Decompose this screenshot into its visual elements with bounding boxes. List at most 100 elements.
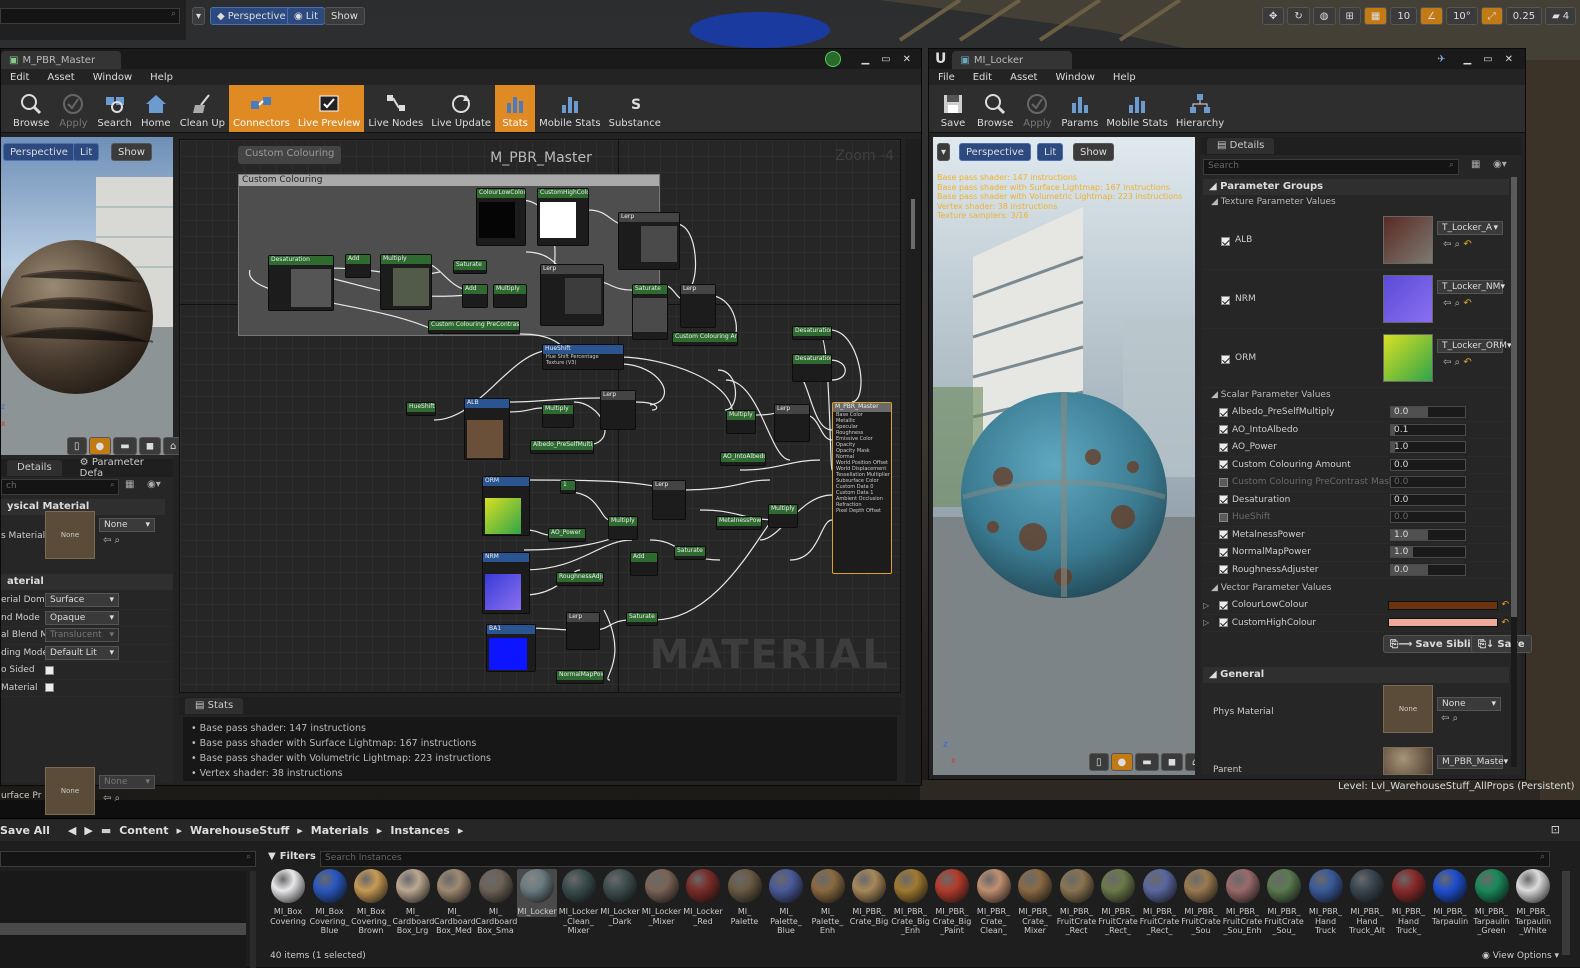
decal-blend-dropdown[interactable]: Translucent ▾ xyxy=(45,628,119,643)
texture-asset-dropdown[interactable]: T_Locker_A ▾ xyxy=(1437,221,1503,235)
parent-thumbnail[interactable] xyxy=(1383,747,1433,775)
graph-node-normalmap-power[interactable]: NormalMapPower xyxy=(556,670,604,684)
graph-node-add-3[interactable]: Add xyxy=(630,552,658,576)
plane-icon[interactable]: ▬ xyxy=(1135,753,1159,771)
details-search-input[interactable]: Search ⌕ xyxy=(1203,159,1459,175)
asset-tile[interactable]: MI_PBR_ Tarpaulin _Green xyxy=(1472,869,1512,936)
parameter-defaults-tab[interactable]: ⚙ Parameter Defa xyxy=(80,457,167,479)
graph-node-lerp-7[interactable]: Lerp xyxy=(566,612,600,650)
reset-arrow-icon[interactable]: ↶ xyxy=(1463,298,1471,309)
asset-tile[interactable]: MI_PBR_ Tarpaulin xyxy=(1430,869,1470,926)
scalar-value-field[interactable]: 0.0 xyxy=(1390,476,1466,489)
camera-speed-button[interactable]: ▰ 4 xyxy=(1545,7,1577,25)
clean-up-button[interactable]: Clean Up xyxy=(176,85,229,132)
color-swatch[interactable] xyxy=(1387,618,1499,628)
graph-node-hueshift-param[interactable]: HueShift xyxy=(406,402,436,416)
asset-tile[interactable]: MI_PBR_ Crate_ Mixer xyxy=(1015,869,1055,936)
apply-button[interactable]: Apply xyxy=(1017,85,1057,132)
material-graph[interactable]: M_PBR_Master Zoom -4 Custom Colouring Cu… xyxy=(179,139,901,693)
reset-arrow-icon[interactable]: ↶ xyxy=(1463,239,1471,250)
angle-snap-icon[interactable]: ∠ xyxy=(1420,7,1444,25)
graph-node-roughness-adjuster[interactable]: RoughnessAdjuster xyxy=(556,572,604,586)
graph-node-desaturation-2[interactable]: Desaturation xyxy=(792,354,832,382)
scale-snap-icon[interactable]: ⤢ xyxy=(1480,7,1503,25)
graph-node-colour-low[interactable]: ColourLowColour xyxy=(476,188,526,246)
pin-icon[interactable]: ✈ xyxy=(1425,54,1457,65)
blend-mode-dropdown[interactable]: Opaque ▾ xyxy=(45,610,119,625)
use-selected-icon[interactable]: ⇦ ⌕ xyxy=(103,535,120,546)
graph-node-multiply[interactable]: Multiply xyxy=(380,254,432,310)
preview-show-button[interactable]: Show xyxy=(1073,143,1114,161)
mobile-stats-button[interactable]: Mobile Stats xyxy=(535,85,605,132)
maximize-icon[interactable]: ▭ xyxy=(1477,54,1498,65)
substance-button[interactable]: S Substance xyxy=(605,85,665,132)
asset-tile[interactable]: MI_PBR_ FruitCrate _Sou_ xyxy=(1264,869,1304,936)
asset-tile[interactable]: MI_PBR_ Crate_ Clean_ xyxy=(974,869,1014,936)
graph-node-colouring-amount[interactable]: Custom Colouring Amount xyxy=(672,332,738,346)
scalar-override-checkbox[interactable] xyxy=(1219,495,1228,505)
eye-icon[interactable]: ◉▾ xyxy=(1493,159,1507,170)
apply-button[interactable]: Apply xyxy=(53,85,93,132)
close-icon[interactable]: ✕ xyxy=(897,54,921,65)
menu-help[interactable]: Help xyxy=(1104,72,1145,83)
graph-node-desaturation[interactable]: Desaturation xyxy=(268,255,334,311)
asset-tile[interactable]: MI_PBR_ Crate_Big _Enh xyxy=(891,869,931,936)
graph-node-multiply-4[interactable]: Multiply xyxy=(726,410,756,434)
asset-tile[interactable]: MI_Box Covering_ Brown xyxy=(351,869,391,936)
phys-material-dropdown[interactable]: None ▾ xyxy=(99,518,155,532)
scalar-override-checkbox[interactable] xyxy=(1219,460,1228,470)
asset-tile[interactable]: MI_PBR_ FruitCrate _Rect_ xyxy=(1098,869,1138,936)
subsurface-thumbnail[interactable]: None xyxy=(45,767,95,815)
save-all-button[interactable]: Save All xyxy=(0,824,50,837)
asset-tile[interactable]: MI_Locker _Red xyxy=(683,869,723,926)
viewport-options-button[interactable]: ▾ xyxy=(192,7,206,25)
surface-snap-icon[interactable]: ⊞ xyxy=(1338,7,1361,25)
graph-node-metalness-power[interactable]: MetalnessPower xyxy=(716,516,762,530)
back-arrow-icon[interactable]: ◀ xyxy=(68,824,76,837)
grid-view-icon[interactable]: ▦ xyxy=(1471,159,1480,170)
texture-override-checkbox[interactable] xyxy=(1221,355,1230,364)
grid-snap-value[interactable]: 10 xyxy=(1390,7,1418,25)
cylinder-icon[interactable]: ▯ xyxy=(67,437,87,455)
details-tab[interactable]: Details xyxy=(7,460,62,476)
menu-edit[interactable]: Edit xyxy=(964,72,1001,83)
use-selected-icon[interactable]: ⇦ ⌕ ↶ xyxy=(1443,239,1472,250)
scalar-override-checkbox[interactable] xyxy=(1219,477,1228,487)
asset-tile[interactable]: MI_ Cardboard Box_Lrg xyxy=(393,869,434,936)
section-material[interactable]: aterial xyxy=(1,574,173,590)
reset-arrow-icon[interactable]: ↶ xyxy=(1501,618,1509,628)
material-domain-dropdown[interactable]: Surface ▾ xyxy=(45,593,119,608)
graph-node-saturate-2[interactable]: Saturate xyxy=(632,284,668,340)
shading-model-dropdown[interactable]: Default Lit ▾ xyxy=(45,645,119,660)
details-tab[interactable]: ▤ Details xyxy=(1207,138,1275,154)
scalar-override-checkbox[interactable] xyxy=(1219,530,1228,540)
graph-node-saturate-3[interactable]: Saturate xyxy=(674,546,706,560)
asset-tile[interactable]: MI_PBR_ Hand Truck_Alt xyxy=(1347,869,1387,936)
grid-view-icon[interactable]: ▦ xyxy=(125,479,134,490)
view-options-button[interactable]: ◉ View Options ▾ xyxy=(1482,951,1559,961)
vector-params-header[interactable]: ◢ Vector Parameter Values xyxy=(1203,581,1339,596)
browse-button[interactable]: Browse xyxy=(9,85,53,132)
asset-tile[interactable]: MI_PBR_ FruitCrate _Rect_ xyxy=(1140,869,1180,936)
viewport-lit-button[interactable]: ◉ Lit xyxy=(287,7,326,25)
world-local-icon[interactable]: ◍ xyxy=(1312,7,1336,25)
graph-node-material-result[interactable]: M_PBR_Master Base Color Metallic Specular R… xyxy=(832,402,892,574)
asset-tile[interactable]: MI_ Cardboard Box_Med xyxy=(434,869,476,936)
details-search-input[interactable]: ch ⌕ xyxy=(1,479,119,495)
scalar-value-field[interactable]: 0.0 xyxy=(1390,493,1466,506)
details-scrollbar[interactable] xyxy=(1511,177,1517,767)
scalar-value-field[interactable]: 1.0 xyxy=(1390,546,1466,559)
material-preview-viewport[interactable]: z x Perspective Lit Show ▯ ● ▬ ◼ ⌂ xyxy=(1,137,184,455)
eye-icon[interactable]: ◉▾ xyxy=(147,479,161,490)
close-icon[interactable]: ✕ xyxy=(1499,54,1525,65)
material-attributes-checkbox[interactable] xyxy=(45,683,54,693)
graph-node-lerp-6[interactable]: Lerp xyxy=(652,480,686,520)
move-mode-icon[interactable]: ✥ xyxy=(1262,7,1285,25)
params-button[interactable]: Params xyxy=(1057,85,1102,132)
graph-node-lerp-2[interactable]: Lerp xyxy=(540,264,604,326)
asset-tile[interactable]: MI_ Palette_ Enh xyxy=(808,869,848,936)
forward-arrow-icon[interactable]: ▶ xyxy=(84,824,92,837)
graph-node-orm-texture[interactable]: ORM xyxy=(482,476,530,536)
graph-node-albedo-preselfmultiply[interactable]: Albedo_PreSelfMultiply xyxy=(530,440,594,454)
section-parameter-groups[interactable]: ◢ Parameter Groups xyxy=(1203,179,1509,195)
